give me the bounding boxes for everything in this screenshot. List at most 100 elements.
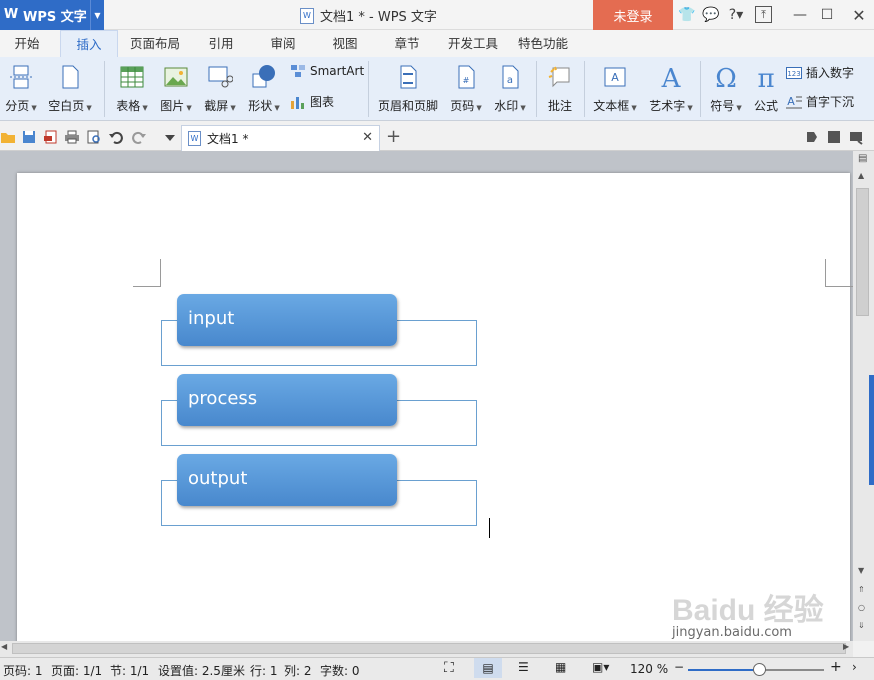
watermark-url: jingyan.baidu.com	[672, 625, 792, 640]
chevron-down-icon[interactable]: ▼	[90, 0, 104, 30]
smartart-button[interactable]: SmartArt	[290, 64, 364, 78]
document-page[interactable]: input process output	[17, 173, 853, 641]
svg-text:A: A	[661, 64, 682, 90]
page-break-button[interactable]: 分页 ▼	[2, 64, 40, 114]
reading-mode-icon[interactable]: ▣▾	[592, 660, 609, 674]
symbol-label: 符号	[710, 99, 735, 113]
status-page: 页码: 1	[3, 664, 43, 678]
chart-button[interactable]: 图表	[290, 93, 334, 110]
screenshot-icon	[208, 66, 234, 88]
ribbon-separator	[536, 61, 537, 117]
close-icon[interactable]: ✕	[849, 5, 869, 25]
scroll-down-icon[interactable]: ▼	[858, 566, 864, 575]
document-icon: W	[300, 7, 314, 24]
table-icon	[120, 66, 144, 88]
textbox-button[interactable]: A 文本框 ▼	[590, 64, 640, 114]
status-section: 节: 1/1	[110, 664, 150, 678]
maximize-icon[interactable]: ☐	[817, 5, 837, 25]
chat-icon[interactable]: 💬	[701, 5, 721, 25]
tab-review[interactable]: 审阅	[260, 30, 306, 57]
formula-button[interactable]: π 公式	[750, 64, 782, 114]
scroll-left-icon[interactable]: ◀	[1, 642, 7, 651]
watermark-button[interactable]: a 水印 ▼	[490, 64, 530, 114]
zoom-slider[interactable]	[688, 663, 824, 676]
web-view-icon[interactable]: ▦	[555, 660, 566, 674]
symbol-button[interactable]: Ω 符号 ▼	[706, 64, 746, 114]
tab-developer[interactable]: 开发工具	[442, 30, 504, 57]
process-block-process[interactable]: process	[177, 374, 397, 426]
browse-object-icon[interactable]: ○	[858, 603, 865, 612]
status-setting: 设置值: 2.5厘米	[158, 664, 245, 678]
zoom-slider-knob[interactable]	[753, 663, 767, 676]
svg-text:123: 123	[787, 70, 800, 78]
page-number-label: 页码	[450, 99, 475, 113]
tab-view[interactable]: 视图	[322, 30, 368, 57]
help-icon[interactable]: ?▾	[725, 5, 747, 25]
comment-button[interactable]: 批注	[542, 64, 578, 114]
process-block-input[interactable]: input	[177, 294, 397, 346]
full-screen-icon[interactable]: ⛶	[444, 660, 454, 676]
svg-text:A: A	[787, 95, 795, 108]
scroll-up-icon[interactable]: ▲	[858, 171, 864, 180]
drop-cap-button[interactable]: A 首字下沉	[786, 93, 854, 110]
login-button[interactable]: 未登录	[593, 0, 673, 30]
toolbar-icon-b[interactable]	[826, 129, 842, 145]
split-view-icon[interactable]: ▤	[858, 153, 867, 164]
export-pdf-icon[interactable]	[43, 129, 59, 145]
picture-label: 图片	[160, 99, 185, 113]
toolbar-icon-c[interactable]	[848, 129, 864, 145]
picture-button[interactable]: 图片 ▼	[156, 64, 196, 114]
blank-page-button[interactable]: 空白页 ▼	[46, 64, 94, 114]
insert-number-button[interactable]: 123 插入数字	[786, 64, 854, 81]
zoom-level[interactable]: 120 %	[630, 662, 668, 676]
open-folder-icon[interactable]	[0, 129, 16, 145]
side-panel-toggle[interactable]	[869, 375, 874, 485]
zoom-out-icon[interactable]: −	[674, 660, 684, 674]
wordart-button[interactable]: A 艺术字 ▼	[646, 64, 696, 114]
scroll-right-icon[interactable]: ▶	[843, 642, 849, 651]
status-pages: 页面: 1/1	[51, 664, 103, 678]
quick-access-bar: W 文档1 * ✕ +	[0, 121, 874, 151]
status-wordcount: 字数: 0	[320, 664, 360, 678]
page-number-button[interactable]: # 页码 ▼	[446, 64, 486, 114]
window-title: W 文档1 * - WPS 文字	[300, 6, 437, 25]
screenshot-button[interactable]: 截屏 ▼	[200, 64, 240, 114]
zoom-slider-fill	[688, 669, 761, 671]
close-tab-icon[interactable]: ✕	[362, 130, 373, 145]
document-canvas[interactable]: input process output	[0, 151, 853, 641]
tab-chapter[interactable]: 章节	[384, 30, 430, 57]
drop-cap-label: 首字下沉	[806, 95, 855, 109]
omega-icon: Ω	[715, 64, 737, 94]
tab-page-layout[interactable]: 页面布局	[124, 30, 186, 57]
undo-icon[interactable]	[108, 129, 124, 145]
customize-dropdown-icon[interactable]	[162, 129, 178, 145]
new-tab-icon[interactable]: +	[386, 126, 401, 147]
header-footer-button[interactable]: 页眉和页脚	[376, 64, 440, 114]
shape-button[interactable]: 形状 ▼	[244, 64, 284, 114]
print-preview-icon[interactable]	[86, 129, 102, 145]
outline-view-icon[interactable]: ☰	[518, 660, 529, 674]
table-button[interactable]: 表格 ▼	[112, 64, 152, 114]
minimize-icon[interactable]: —	[790, 5, 810, 25]
save-icon[interactable]	[21, 129, 37, 145]
print-icon[interactable]	[64, 129, 80, 145]
tab-special[interactable]: 特色功能	[512, 30, 574, 57]
next-page-icon[interactable]: ⇓	[858, 621, 865, 630]
zoom-in-icon[interactable]: +	[830, 659, 842, 675]
app-menu-button[interactable]: W WPS 文字 ▼	[0, 0, 104, 30]
tab-home[interactable]: 开始	[4, 30, 50, 57]
previous-page-icon[interactable]: ⇑	[858, 585, 865, 594]
redo-icon[interactable]	[131, 129, 147, 145]
tab-references[interactable]: 引用	[198, 30, 244, 57]
process-block-output[interactable]: output	[177, 454, 397, 506]
skin-icon[interactable]: 👕	[677, 5, 697, 25]
status-expand-icon[interactable]: ›	[852, 660, 857, 674]
page-view-icon[interactable]: ▤	[474, 658, 502, 678]
document-tab[interactable]: W 文档1 * ✕	[181, 125, 380, 151]
blank-page-label: 空白页	[48, 99, 85, 113]
pi-icon: π	[757, 64, 774, 94]
tab-insert[interactable]: 插入	[60, 30, 118, 57]
vertical-scroll-thumb[interactable]	[856, 188, 869, 316]
upload-icon[interactable]: ⤒	[755, 6, 772, 23]
toolbar-icon-a[interactable]	[804, 129, 820, 145]
